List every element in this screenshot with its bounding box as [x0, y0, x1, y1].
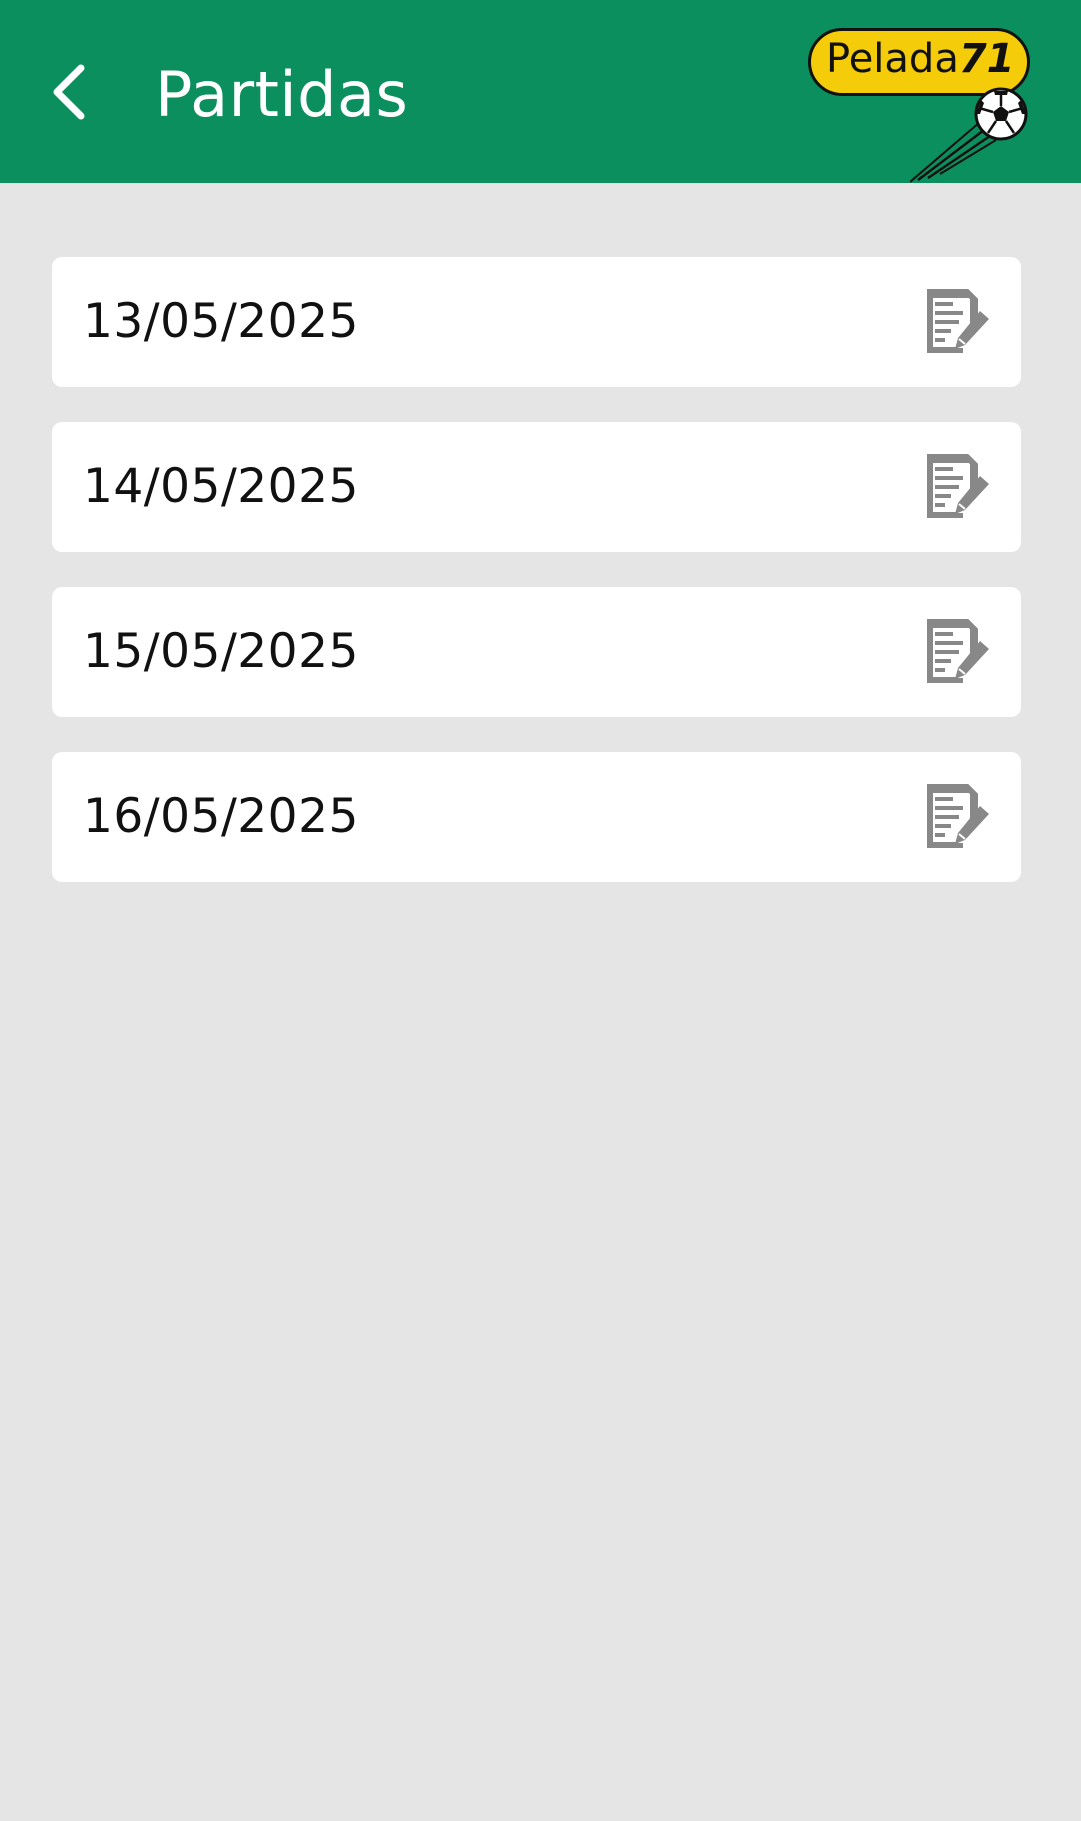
- match-date: 16/05/2025: [83, 789, 359, 844]
- match-date: 13/05/2025: [83, 294, 359, 349]
- edit-document-icon[interactable]: [923, 454, 991, 522]
- edit-document-icon[interactable]: [923, 289, 991, 357]
- chevron-left-icon: [53, 64, 85, 120]
- match-card[interactable]: 16/05/2025: [52, 752, 1021, 882]
- app-screen: Partidas Pelada71 13/05/2025 14/05/2025 …: [0, 0, 1081, 1821]
- pelada71-logo: Pelada71: [800, 22, 1040, 183]
- edit-document-icon[interactable]: [923, 619, 991, 687]
- match-list: 13/05/2025 14/05/2025 15/05/2025 16/05/2…: [52, 257, 1021, 917]
- match-date: 15/05/2025: [83, 624, 359, 679]
- soccer-ball-icon: [910, 87, 1028, 183]
- back-button[interactable]: [38, 52, 100, 132]
- page-title: Partidas: [155, 58, 409, 131]
- app-header: Partidas Pelada71: [0, 0, 1081, 183]
- match-card[interactable]: 14/05/2025: [52, 422, 1021, 552]
- match-card[interactable]: 13/05/2025: [52, 257, 1021, 387]
- match-card[interactable]: 15/05/2025: [52, 587, 1021, 717]
- edit-document-icon[interactable]: [923, 784, 991, 852]
- match-date: 14/05/2025: [83, 459, 359, 514]
